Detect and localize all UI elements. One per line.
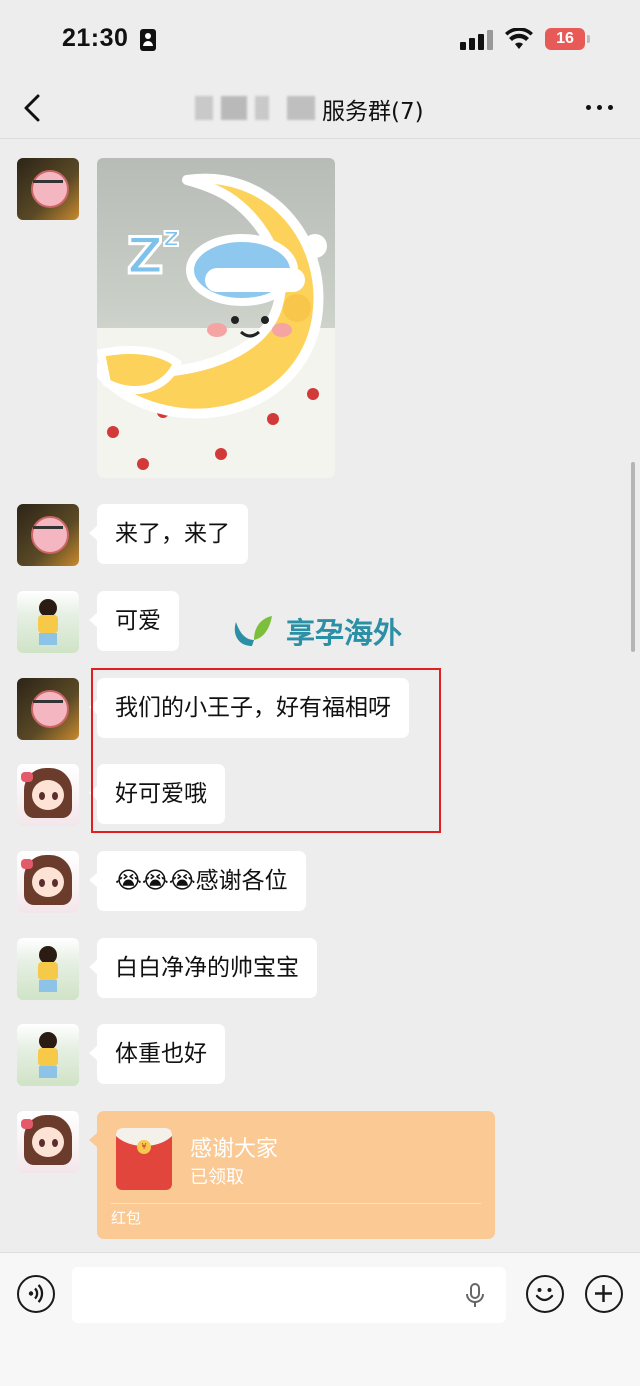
avatar[interactable]	[17, 504, 79, 566]
avatar[interactable]	[17, 1111, 79, 1173]
plus-icon[interactable]	[585, 1275, 623, 1313]
avatar[interactable]	[17, 851, 79, 913]
status-time: 21:30	[62, 24, 129, 52]
wifi-icon	[505, 28, 533, 49]
id-card-icon	[140, 29, 156, 51]
scrollbar[interactable]	[631, 462, 635, 652]
input-bar	[0, 1252, 640, 1386]
avatar[interactable]	[17, 764, 79, 826]
emoji-icon[interactable]	[526, 1275, 564, 1313]
message-bubble[interactable]: 来了，来了	[89, 504, 248, 564]
moon-sticker: Z z	[97, 173, 327, 419]
red-packet-message[interactable]: ¥ 感谢大家 已领取 红包	[89, 1111, 495, 1239]
battery-cap	[587, 35, 590, 43]
message-bubble[interactable]: 体重也好	[89, 1024, 225, 1084]
avatar[interactable]	[17, 591, 79, 653]
watermark-text: 享孕海外	[286, 616, 403, 650]
status-bar: 21:30 16	[0, 0, 640, 80]
message-bubble[interactable]: 😭😭😭感谢各位	[89, 851, 306, 911]
red-packet-title: 感谢大家	[190, 1137, 279, 1162]
mic-icon[interactable]	[463, 1283, 487, 1309]
avatar[interactable]	[17, 1024, 79, 1086]
image-message[interactable]: Z z	[97, 158, 335, 478]
sticker-z-text: Z	[127, 227, 163, 285]
message-bubble[interactable]: 可爱	[89, 591, 179, 651]
red-packet-status: 已领取	[190, 1167, 244, 1188]
watermark-leaf-icon	[234, 616, 272, 646]
message-bubble[interactable]: 白白净净的帅宝宝	[89, 938, 317, 998]
sticker-z-small-text: z	[163, 220, 179, 253]
blurred-group-name	[195, 92, 320, 122]
highlight-box	[91, 668, 441, 833]
message-input[interactable]	[72, 1267, 506, 1323]
red-packet-icon: ¥	[116, 1128, 172, 1190]
more-icon[interactable]	[580, 94, 620, 120]
red-packet-divider	[111, 1203, 481, 1204]
red-packet-label: 红包	[111, 1209, 142, 1227]
avatar[interactable]	[17, 678, 79, 740]
battery-indicator: 16	[545, 28, 585, 50]
avatar[interactable]	[17, 938, 79, 1000]
chat-title: 服务群(7)	[322, 99, 424, 125]
back-icon[interactable]	[18, 90, 48, 126]
chat-header: 服务群(7)	[0, 80, 640, 139]
voice-icon[interactable]	[17, 1275, 55, 1313]
avatar[interactable]	[17, 158, 79, 220]
cellular-signal-icon	[460, 30, 493, 50]
